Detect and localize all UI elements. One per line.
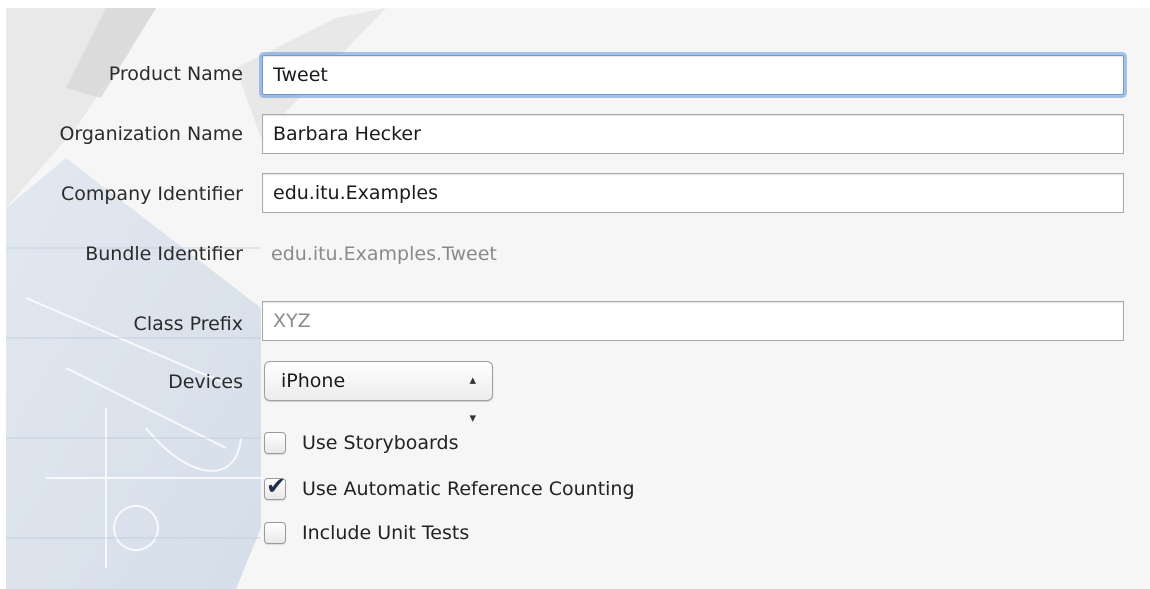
checkmark-icon: ✔: [266, 472, 287, 500]
include-unit-tests-option[interactable]: Include Unit Tests: [264, 519, 469, 547]
use-arc-option[interactable]: ✔ Use Automatic Reference Counting: [264, 474, 635, 503]
devices-selected-value: iPhone: [281, 370, 346, 392]
use-storyboards-label[interactable]: Use Storyboards: [302, 432, 459, 454]
class-prefix-field[interactable]: [262, 301, 1124, 341]
up-down-chevron-icon: ▴ ▾: [469, 373, 476, 426]
use-arc-label[interactable]: Use Automatic Reference Counting: [302, 478, 635, 500]
organization-name-field[interactable]: [262, 114, 1124, 154]
include-unit-tests-label[interactable]: Include Unit Tests: [302, 522, 469, 544]
devices-label: Devices: [168, 371, 243, 393]
product-name-label: Product Name: [108, 63, 243, 85]
devices-popup-button[interactable]: iPhone ▴ ▾: [264, 361, 493, 426]
product-name-field[interactable]: [262, 55, 1124, 95]
use-arc-checkbox[interactable]: ✔: [264, 474, 286, 500]
include-unit-tests-checkbox[interactable]: [264, 522, 286, 544]
bundle-identifier-value: edu.itu.Examples.Tweet: [271, 243, 497, 265]
company-identifier-field[interactable]: [262, 173, 1124, 213]
use-storyboards-option[interactable]: Use Storyboards: [264, 429, 459, 457]
bundle-identifier-label: Bundle Identifier: [85, 243, 243, 265]
organization-name-label: Organization Name: [59, 123, 243, 145]
company-identifier-label: Company Identifier: [60, 183, 243, 205]
class-prefix-label: Class Prefix: [133, 313, 243, 335]
use-storyboards-checkbox[interactable]: [264, 432, 286, 454]
